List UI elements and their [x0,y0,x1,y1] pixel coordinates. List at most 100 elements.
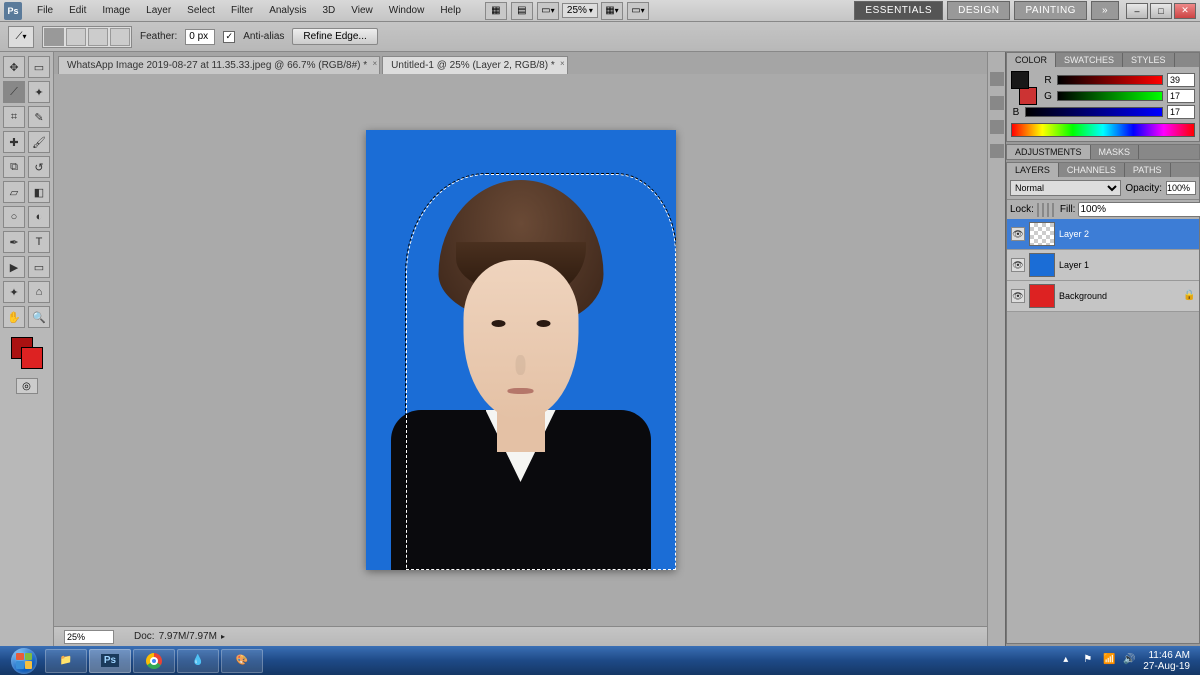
clone-stamp-tool[interactable]: ⧉ [3,156,25,178]
menu-edit[interactable]: Edit [62,2,93,19]
lasso-tool[interactable]: ⟋ [3,81,25,103]
zoom-tool[interactable]: 🔍 [28,306,50,328]
antialias-checkbox[interactable]: ✓ [223,31,235,43]
move-tool[interactable]: ✥ [3,56,25,78]
lock-pixels[interactable] [1042,203,1044,217]
pen-tool[interactable]: ✒ [3,231,25,253]
view-extras-button[interactable]: ▭▾ [537,2,559,20]
document-tab[interactable]: WhatsApp Image 2019-08-27 at 11.35.33.jp… [58,56,380,74]
menu-filter[interactable]: Filter [224,2,260,19]
marquee-tool[interactable]: ▭ [28,56,50,78]
shape-tool[interactable]: ▭ [28,256,50,278]
network-icon[interactable]: 📶 [1103,654,1117,668]
b-input[interactable] [1167,105,1195,119]
tray-expand-icon[interactable]: ▴ [1063,654,1077,668]
workspace-painting[interactable]: PAINTING [1014,1,1086,20]
feather-input[interactable] [185,29,215,45]
menu-analysis[interactable]: Analysis [262,2,313,19]
lock-position[interactable] [1047,203,1049,217]
window-maximize-button[interactable]: □ [1150,3,1172,19]
quick-mask-toggle[interactable]: ◎ [16,378,38,394]
refine-edge-button[interactable]: Refine Edge... [292,28,377,45]
taskbar-chrome[interactable] [133,649,175,673]
g-slider[interactable] [1057,91,1163,101]
taskbar-photoshop[interactable]: Ps [89,649,131,673]
dodge-tool[interactable]: ◐ [28,206,50,228]
screen-mode-button[interactable]: ▭▾ [627,2,649,20]
visibility-toggle[interactable]: 👁 [1011,258,1025,272]
menu-help[interactable]: Help [433,2,468,19]
workspace-more[interactable]: » [1091,1,1119,20]
gradient-tool[interactable]: ◧ [28,181,50,203]
window-minimize-button[interactable]: – [1126,3,1148,19]
r-input[interactable] [1167,73,1195,87]
arrange-docs-button[interactable]: ▦▾ [601,2,623,20]
menu-window[interactable]: Window [382,2,432,19]
clock[interactable]: 11:46 AM 27-Aug-19 [1143,650,1190,672]
workspace-design[interactable]: DESIGN [947,1,1010,20]
masks-tab[interactable]: MASKS [1091,145,1140,159]
swatches-tab[interactable]: SWATCHES [1056,53,1123,67]
document-tab[interactable]: Untitled-1 @ 25% (Layer 2, RGB/8) *× [382,56,568,74]
panel-color-swatch[interactable] [1011,71,1037,105]
layer-name[interactable]: Background [1059,291,1179,301]
eyedropper-tool[interactable]: ✎ [28,106,50,128]
menu-3d[interactable]: 3D [315,2,342,19]
visibility-toggle[interactable]: 👁 [1011,289,1025,303]
b-slider[interactable] [1025,107,1163,117]
layer-thumbnail[interactable] [1029,253,1055,277]
character-panel-icon[interactable] [990,120,1004,134]
document-canvas[interactable] [366,130,676,570]
blend-mode-select[interactable]: Normal [1010,180,1121,196]
volume-icon[interactable]: 🔊 [1123,654,1137,668]
taskbar-app[interactable]: 💧 [177,649,219,673]
history-panel-icon[interactable] [990,72,1004,86]
brush-tool[interactable]: 🖌 [28,131,50,153]
color-swatches[interactable] [11,337,43,369]
type-tool[interactable]: T [28,231,50,253]
zoom-input[interactable] [64,630,114,644]
3d-tool[interactable]: ✦ [3,281,25,303]
layers-tab[interactable]: LAYERS [1007,163,1059,177]
paragraph-panel-icon[interactable] [990,144,1004,158]
layer-row[interactable]: 👁 Layer 1 [1007,250,1199,281]
selection-add[interactable] [66,28,86,46]
layer-row[interactable]: 👁 Background 🔒 [1007,281,1199,312]
taskbar-explorer[interactable]: 📁 [45,649,87,673]
selection-new[interactable] [44,28,64,46]
adjustments-tab[interactable]: ADJUSTMENTS [1007,145,1091,159]
layer-name[interactable]: Layer 1 [1059,260,1195,270]
close-tab-icon[interactable]: × [372,59,377,68]
fill-input[interactable] [1078,202,1200,217]
blur-tool[interactable]: ○ [3,206,25,228]
styles-tab[interactable]: STYLES [1123,53,1175,67]
crop-tool[interactable]: ⌗ [3,106,25,128]
menu-view[interactable]: View [344,2,380,19]
zoom-level-select[interactable]: 25%▾ [562,3,598,18]
active-tool-indicator[interactable]: ⟋▾ [8,26,34,48]
history-brush-tool[interactable]: ↺ [28,156,50,178]
menu-layer[interactable]: Layer [139,2,178,19]
lock-all[interactable] [1052,203,1054,217]
channels-tab[interactable]: CHANNELS [1059,163,1125,177]
path-select-tool[interactable]: ▶ [3,256,25,278]
flag-icon[interactable]: ⚑ [1083,654,1097,668]
workspace-essentials[interactable]: ESSENTIALS [854,1,943,20]
status-menu-icon[interactable]: ▸ [221,632,225,641]
selection-intersect[interactable] [110,28,130,46]
launch-minibridge-button[interactable]: ▤ [511,2,533,20]
hand-tool[interactable]: ✋ [3,306,25,328]
menu-select[interactable]: Select [180,2,222,19]
layer-row[interactable]: 👁 Layer 2 [1007,219,1199,250]
healing-brush-tool[interactable]: ✚ [3,131,25,153]
paths-tab[interactable]: PATHS [1125,163,1171,177]
selection-subtract[interactable] [88,28,108,46]
quick-select-tool[interactable]: ✦ [28,81,50,103]
canvas-area[interactable] [54,74,987,626]
lock-transparent[interactable] [1037,203,1039,217]
start-button[interactable] [4,646,44,675]
properties-panel-icon[interactable] [990,96,1004,110]
layer-thumbnail[interactable] [1029,222,1055,246]
layer-thumbnail[interactable] [1029,284,1055,308]
launch-bridge-button[interactable]: ▦ [485,2,507,20]
